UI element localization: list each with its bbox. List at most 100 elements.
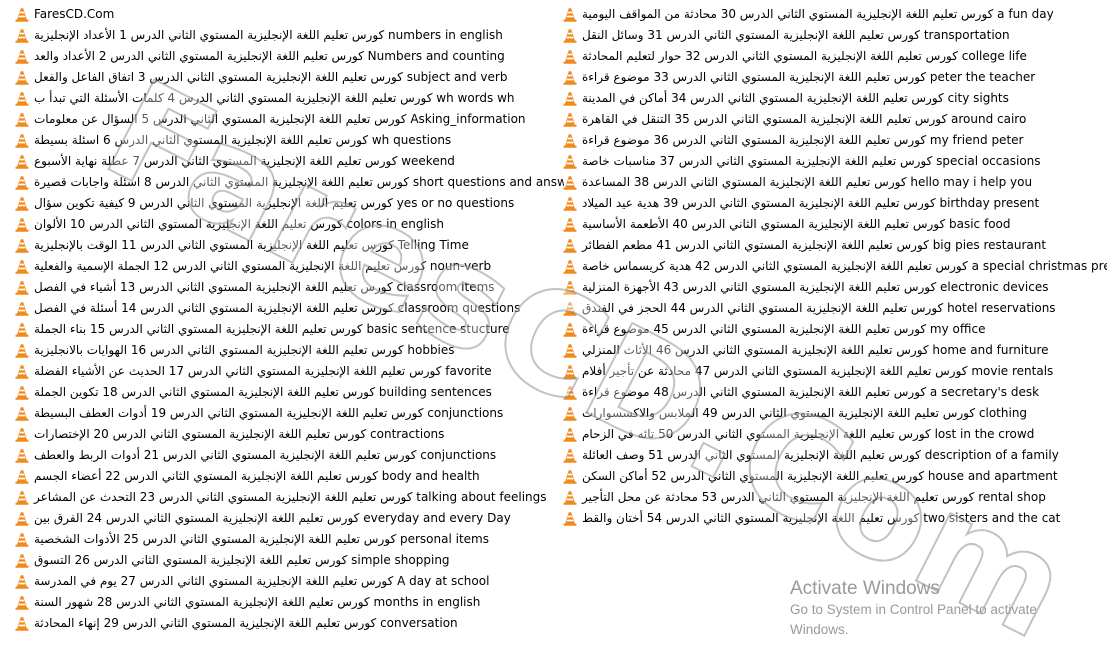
vlc-cone-icon: [14, 70, 30, 86]
vlc-cone-icon: [562, 385, 578, 401]
right-file-item[interactable]: كورس تعليم اللغة الإنجليزية المستوي الثا…: [562, 424, 1107, 445]
left-file-item[interactable]: كورس تعليم اللغة الإنجليزية المستوي الثا…: [14, 424, 564, 445]
vlc-cone-icon: [562, 343, 578, 359]
left-file-item[interactable]: كورس تعليم اللغة الإنجليزية المستوي الثا…: [14, 592, 564, 613]
right-file-item[interactable]: كورس تعليم اللغة الإنجليزية المستوي الثا…: [562, 445, 1107, 466]
file-name: كورس تعليم اللغة الإنجليزية المستوي الثا…: [34, 469, 480, 483]
file-name: كورس تعليم اللغة الإنجليزية المستوي الثا…: [34, 91, 515, 105]
right-file-item[interactable]: كورس تعليم اللغة الإنجليزية المستوي الثا…: [562, 25, 1107, 46]
file-name: كورس تعليم اللغة الإنجليزية المستوي الثا…: [34, 406, 504, 420]
right-file-item[interactable]: كورس تعليم اللغة الإنجليزية المستوي الثا…: [562, 172, 1107, 193]
right-file-item[interactable]: كورس تعليم اللغة الإنجليزية المستوي الثا…: [562, 130, 1107, 151]
vlc-cone-icon: [562, 511, 578, 527]
right-file-item[interactable]: كورس تعليم اللغة الإنجليزية المستوي الثا…: [562, 214, 1107, 235]
vlc-cone-icon: [14, 154, 30, 170]
left-file-item[interactable]: كورس تعليم اللغة الإنجليزية المستوي الثا…: [14, 46, 564, 67]
left-file-item[interactable]: كورس تعليم اللغة الإنجليزية المستوي الثا…: [14, 67, 564, 88]
left-file-item[interactable]: كورس تعليم اللغة الإنجليزية المستوي الثا…: [14, 109, 564, 130]
left-file-item[interactable]: كورس تعليم اللغة الإنجليزية المستوي الثا…: [14, 340, 564, 361]
vlc-cone-icon: [14, 427, 30, 443]
left-file-item[interactable]: كورس تعليم اللغة الإنجليزية المستوي الثا…: [14, 508, 564, 529]
right-file-item[interactable]: كورس تعليم اللغة الإنجليزية المستوي الثا…: [562, 298, 1107, 319]
vlc-cone-icon: [562, 70, 578, 86]
right-file-item[interactable]: كورس تعليم اللغة الإنجليزية المستوي الثا…: [562, 361, 1107, 382]
left-file-item[interactable]: كورس تعليم اللغة الإنجليزية المستوي الثا…: [14, 550, 564, 571]
left-file-item[interactable]: كورس تعليم اللغة الإنجليزية المستوي الثا…: [14, 88, 564, 109]
vlc-cone-icon: [562, 133, 578, 149]
left-file-item[interactable]: كورس تعليم اللغة الإنجليزية المستوي الثا…: [14, 361, 564, 382]
right-file-item[interactable]: كورس تعليم اللغة الإنجليزية المستوي الثا…: [562, 277, 1107, 298]
vlc-cone-icon: [562, 217, 578, 233]
left-file-item[interactable]: كورس تعليم اللغة الإنجليزية المستوي الثا…: [14, 277, 564, 298]
left-file-item[interactable]: كورس تعليم اللغة الإنجليزية المستوي الثا…: [14, 571, 564, 592]
right-file-item[interactable]: كورس تعليم اللغة الإنجليزية المستوي الثا…: [562, 109, 1107, 130]
left-file-item[interactable]: كورس تعليم اللغة الإنجليزية المستوي الثا…: [14, 214, 564, 235]
vlc-cone-icon: [562, 7, 578, 23]
right-file-item[interactable]: كورس تعليم اللغة الإنجليزية المستوي الثا…: [562, 466, 1107, 487]
file-name: كورس تعليم اللغة الإنجليزية المستوي الثا…: [34, 343, 455, 357]
left-file-item[interactable]: كورس تعليم اللغة الإنجليزية المستوي الثا…: [14, 151, 564, 172]
right-file-item[interactable]: كورس تعليم اللغة الإنجليزية المستوي الثا…: [562, 88, 1107, 109]
left-file-item[interactable]: كورس تعليم اللغة الإنجليزية المستوي الثا…: [14, 613, 564, 634]
file-name: كورس تعليم اللغة الإنجليزية المستوي الثا…: [34, 511, 511, 525]
right-file-item[interactable]: كورس تعليم اللغة الإنجليزية المستوي الثا…: [562, 235, 1107, 256]
left-file-item[interactable]: كورس تعليم اللغة الإنجليزية المستوي الثا…: [14, 25, 564, 46]
vlc-cone-icon: [14, 112, 30, 128]
vlc-cone-icon: [562, 469, 578, 485]
vlc-cone-icon: [562, 196, 578, 212]
vlc-cone-icon: [14, 7, 30, 23]
left-file-item[interactable]: كورس تعليم اللغة الإنجليزية المستوي الثا…: [14, 529, 564, 550]
left-file-item[interactable]: FaresCD.Com: [14, 4, 564, 25]
file-name: كورس تعليم اللغة الإنجليزية المستوي الثا…: [582, 154, 1041, 168]
right-file-item[interactable]: كورس تعليم اللغة الإنجليزية المستوي الثا…: [562, 151, 1107, 172]
right-file-item[interactable]: كورس تعليم اللغة الإنجليزية المستوي الثا…: [562, 193, 1107, 214]
left-file-item[interactable]: كورس تعليم اللغة الإنجليزية المستوي الثا…: [14, 130, 564, 151]
vlc-cone-icon: [14, 217, 30, 233]
file-name: كورس تعليم اللغة الإنجليزية المستوي الثا…: [582, 322, 986, 336]
right-file-item[interactable]: كورس تعليم اللغة الإنجليزية المستوي الثا…: [562, 382, 1107, 403]
vlc-cone-icon: [14, 280, 30, 296]
right-file-item[interactable]: كورس تعليم اللغة الإنجليزية المستوي الثا…: [562, 4, 1107, 25]
vlc-cone-icon: [14, 553, 30, 569]
file-name: كورس تعليم اللغة الإنجليزية المستوي الثا…: [582, 364, 1054, 378]
left-file-item[interactable]: كورس تعليم اللغة الإنجليزية المستوي الثا…: [14, 487, 564, 508]
left-file-item[interactable]: كورس تعليم اللغة الإنجليزية المستوي الثا…: [14, 403, 564, 424]
left-file-item[interactable]: كورس تعليم اللغة الإنجليزية المستوي الثا…: [14, 319, 564, 340]
vlc-cone-icon: [14, 406, 30, 422]
vlc-cone-icon: [14, 343, 30, 359]
vlc-cone-icon: [562, 175, 578, 191]
vlc-cone-icon: [562, 301, 578, 317]
vlc-cone-icon: [14, 91, 30, 107]
right-file-item[interactable]: كورس تعليم اللغة الإنجليزية المستوي الثا…: [562, 256, 1107, 277]
left-file-item[interactable]: كورس تعليم اللغة الإنجليزية المستوي الثا…: [14, 235, 564, 256]
right-file-item[interactable]: كورس تعليم اللغة الإنجليزية المستوي الثا…: [562, 319, 1107, 340]
vlc-cone-icon: [562, 91, 578, 107]
file-name: كورس تعليم اللغة الإنجليزية المستوي الثا…: [34, 427, 445, 441]
left-file-item[interactable]: كورس تعليم اللغة الإنجليزية المستوي الثا…: [14, 466, 564, 487]
left-file-item[interactable]: كورس تعليم اللغة الإنجليزية المستوي الثا…: [14, 172, 564, 193]
right-file-item[interactable]: كورس تعليم اللغة الإنجليزية المستوي الثا…: [562, 340, 1107, 361]
left-file-item[interactable]: كورس تعليم اللغة الإنجليزية المستوي الثا…: [14, 193, 564, 214]
right-file-item[interactable]: كورس تعليم اللغة الإنجليزية المستوي الثا…: [562, 403, 1107, 424]
file-name: كورس تعليم اللغة الإنجليزية المستوي الثا…: [34, 364, 492, 378]
left-file-item[interactable]: كورس تعليم اللغة الإنجليزية المستوي الثا…: [14, 445, 564, 466]
left-file-item[interactable]: كورس تعليم اللغة الإنجليزية المستوي الثا…: [14, 256, 564, 277]
vlc-cone-icon: [14, 259, 30, 275]
file-name: كورس تعليم اللغة الإنجليزية المستوي الثا…: [34, 616, 458, 630]
vlc-cone-icon: [14, 385, 30, 401]
file-name: كورس تعليم اللغة الإنجليزية المستوي الثا…: [582, 259, 1107, 273]
file-name: FaresCD.Com: [34, 7, 115, 21]
right-file-item[interactable]: كورس تعليم اللغة الإنجليزية المستوي الثا…: [562, 67, 1107, 88]
file-name: كورس تعليم اللغة الإنجليزية المستوي الثا…: [582, 469, 1058, 483]
right-file-item[interactable]: كورس تعليم اللغة الإنجليزية المستوي الثا…: [562, 487, 1107, 508]
right-file-item[interactable]: كورس تعليم اللغة الإنجليزية المستوي الثا…: [562, 46, 1107, 67]
left-file-item[interactable]: كورس تعليم اللغة الإنجليزية المستوي الثا…: [14, 382, 564, 403]
file-name: كورس تعليم اللغة الإنجليزية المستوي الثا…: [34, 490, 547, 504]
left-file-item[interactable]: كورس تعليم اللغة الإنجليزية المستوي الثا…: [14, 298, 564, 319]
file-name: كورس تعليم اللغة الإنجليزية المستوي الثا…: [582, 70, 1036, 84]
vlc-cone-icon: [562, 238, 578, 254]
file-name: كورس تعليم اللغة الإنجليزية المستوي الثا…: [582, 406, 1028, 420]
file-name: كورس تعليم اللغة الإنجليزية المستوي الثا…: [582, 301, 1056, 315]
right-file-item[interactable]: كورس تعليم اللغة الإنجليزية المستوي الثا…: [562, 508, 1107, 529]
vlc-cone-icon: [14, 469, 30, 485]
